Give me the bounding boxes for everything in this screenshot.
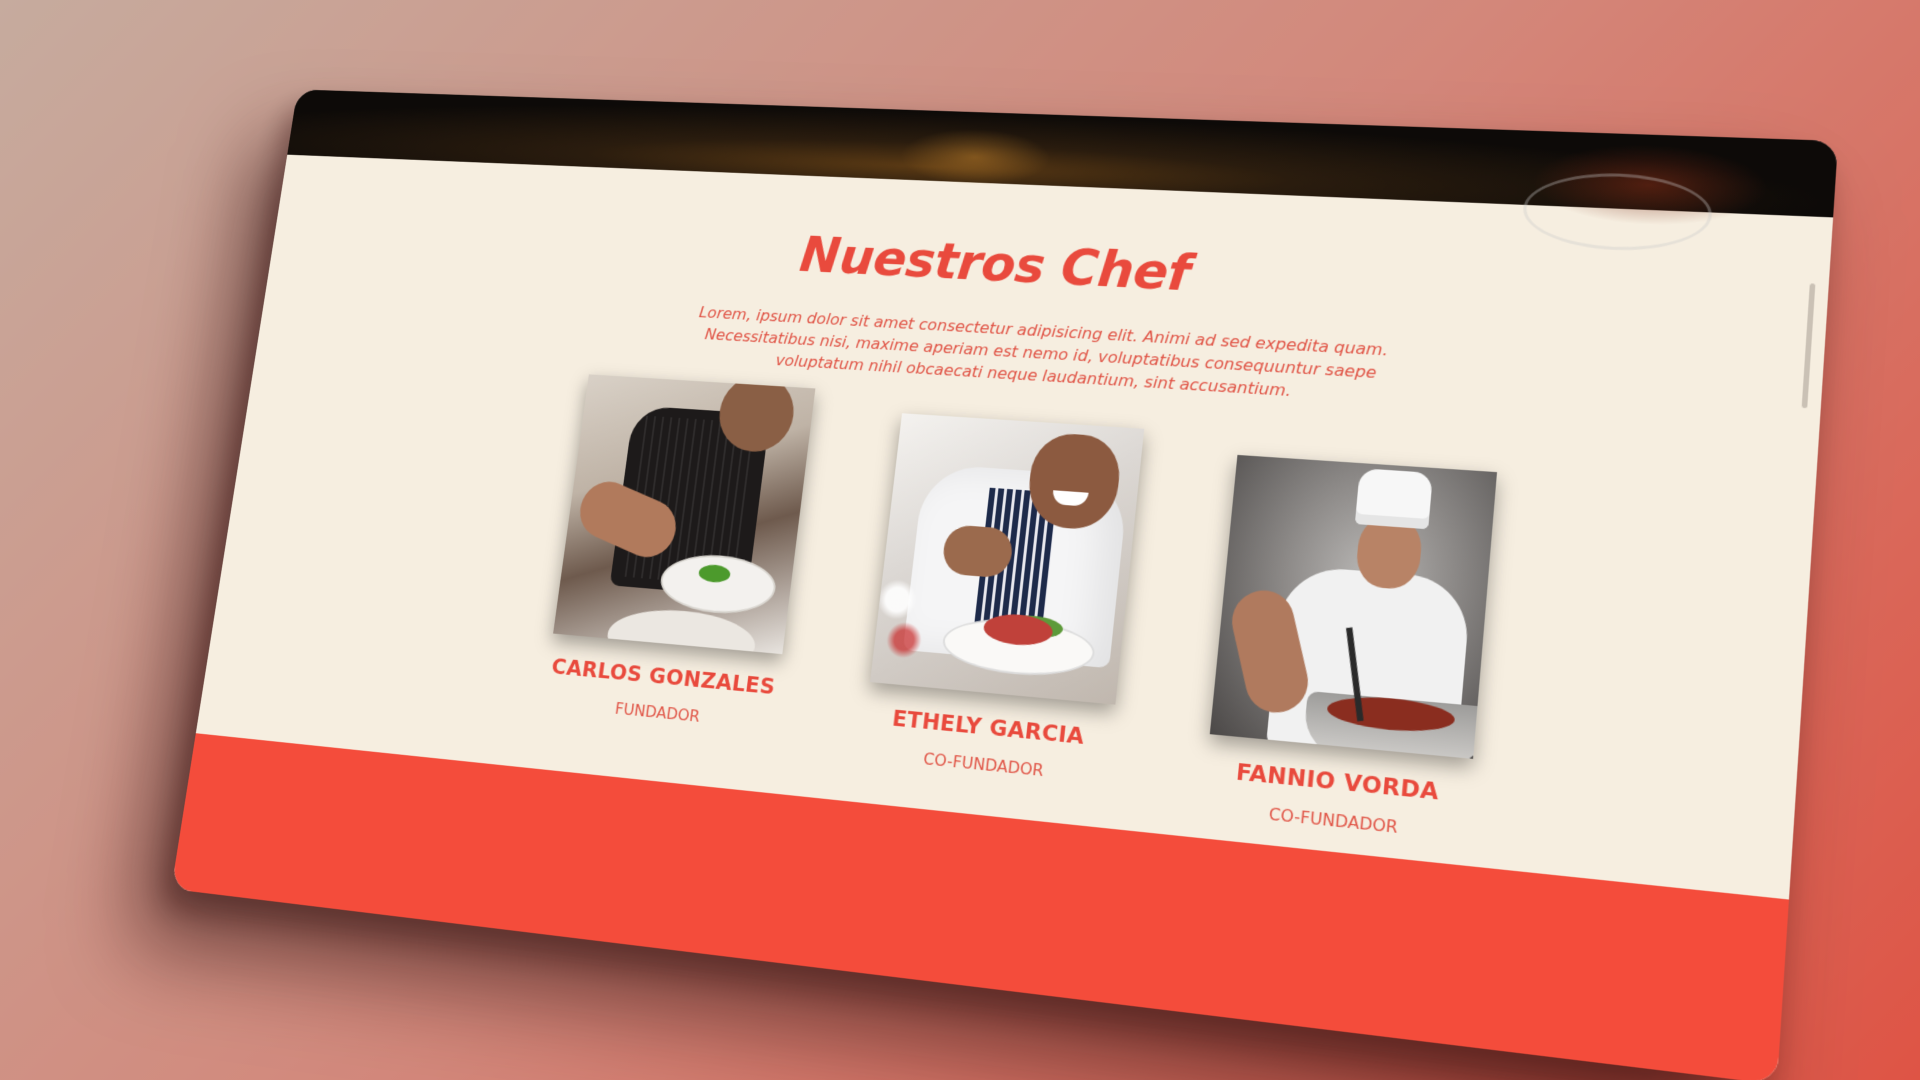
chef-name: ETHELY GARCIA (890, 706, 1086, 751)
browser-viewport: Nuestros Chef Lorem, ipsum dolor sit ame… (171, 89, 1839, 1080)
chef-role: CO-FUNDADOR (922, 748, 1045, 781)
chef-hat-cooking-photo (1209, 454, 1498, 759)
chef-name: CARLOS GONZALES (549, 654, 777, 701)
chef-role: FUNDADOR (614, 698, 701, 726)
chef-card: ETHELY GARCIA CO-FUNDADOR (848, 413, 1154, 809)
chef-plating-photo (553, 374, 816, 655)
chef-role: CO-FUNDADOR (1267, 804, 1399, 838)
chef-card: CARLOS GONZALES FUNDADOR (528, 374, 825, 774)
chef-cards-row: CARLOS GONZALES FUNDADOR ETHELY GARCIA C… (528, 374, 1511, 845)
section-title: Nuestros Chef (796, 226, 1193, 304)
chef-smiling-photo (869, 413, 1145, 705)
chef-card: FANNIO VORDA CO-FUNDADOR (1191, 454, 1507, 845)
presentation-stage: Nuestros Chef Lorem, ipsum dolor sit ame… (0, 0, 1920, 1080)
hero-light-glow (896, 126, 1055, 189)
chef-name: FANNIO VORDA (1234, 759, 1440, 806)
